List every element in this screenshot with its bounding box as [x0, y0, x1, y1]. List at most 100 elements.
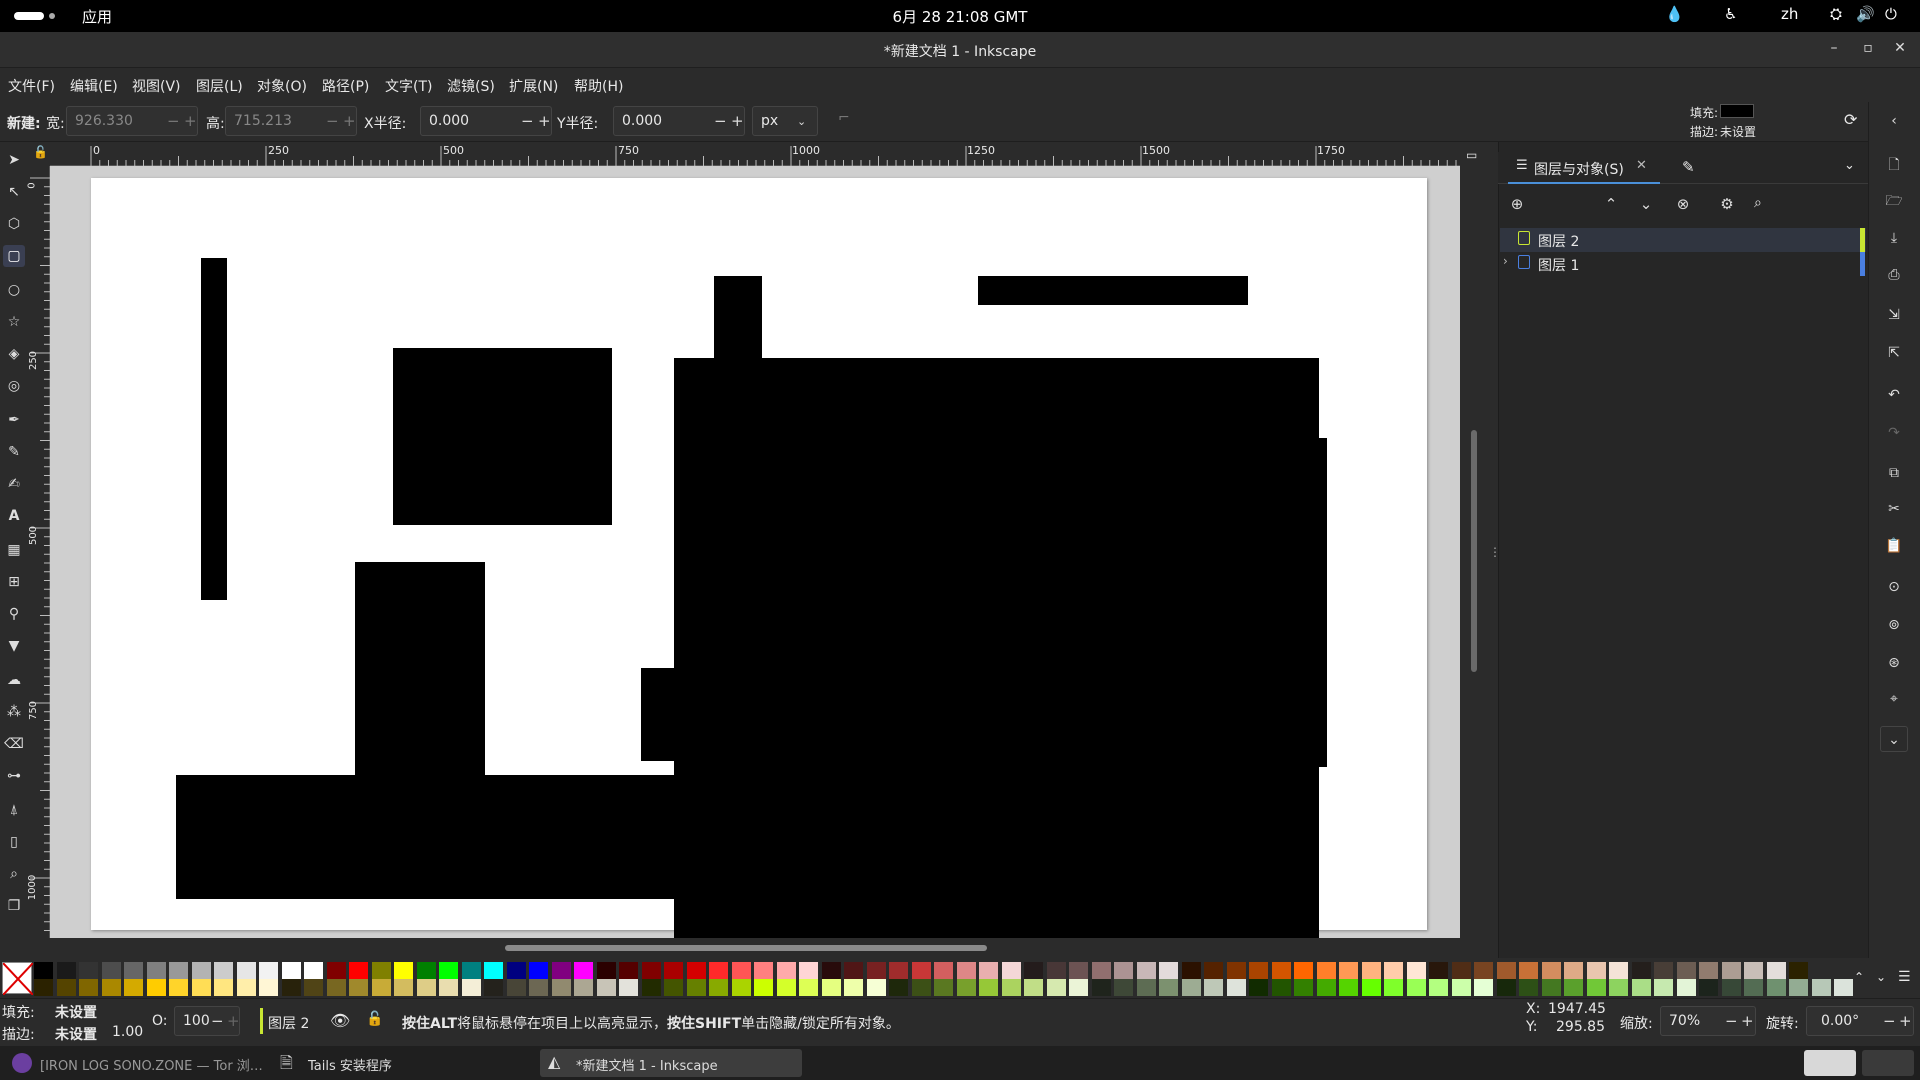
color-swatch[interactable] [1069, 962, 1088, 979]
color-swatch[interactable] [934, 962, 953, 979]
ellipse-tool-icon[interactable]: ○ [3, 279, 25, 301]
color-swatch[interactable] [56, 979, 76, 996]
color-swatch[interactable] [1564, 962, 1583, 979]
color-swatch[interactable] [1271, 979, 1291, 996]
color-swatch[interactable] [146, 962, 166, 979]
color-swatch[interactable] [1136, 962, 1156, 979]
color-swatch[interactable] [349, 979, 368, 996]
activities-indicator[interactable] [14, 12, 44, 20]
color-swatch[interactable] [1586, 962, 1606, 979]
color-swatch[interactable] [124, 979, 143, 996]
color-swatch[interactable] [1766, 962, 1786, 979]
color-swatch[interactable] [1789, 962, 1808, 979]
color-swatch[interactable] [1654, 962, 1673, 979]
color-swatch[interactable] [911, 962, 931, 979]
task-inkscape[interactable]: ◭ *新建文档 1 - Inkscape [540, 1049, 802, 1077]
color-swatch[interactable] [551, 962, 571, 979]
color-swatch[interactable] [214, 979, 233, 996]
redo-icon[interactable]: ↷ [1880, 420, 1908, 446]
color-swatch[interactable] [551, 979, 571, 996]
black-rectangle[interactable] [674, 358, 1319, 938]
open-icon[interactable]: 🗁 [1880, 188, 1908, 214]
color-swatch[interactable] [754, 962, 773, 979]
color-swatch[interactable] [506, 962, 526, 979]
height-field[interactable]: 715.213 − + [225, 106, 357, 136]
color-swatch[interactable] [1429, 962, 1448, 979]
color-swatch[interactable] [1519, 962, 1538, 979]
dropper-tool-icon[interactable]: ⚲ [3, 603, 25, 625]
minus-icon[interactable]: − [521, 112, 534, 130]
tweak-tool-icon[interactable]: ☁ [3, 669, 25, 691]
color-swatch[interactable] [1474, 962, 1493, 979]
color-swatch[interactable] [664, 979, 683, 996]
spiral-tool-icon[interactable]: ◎ [3, 375, 25, 397]
color-swatch[interactable] [1451, 979, 1471, 996]
color-swatch[interactable] [799, 979, 818, 996]
fill-swatch[interactable] [1720, 104, 1754, 118]
color-swatch[interactable] [1744, 979, 1763, 996]
layer-row[interactable]: 图层 2 [1500, 228, 1866, 252]
color-swatch[interactable] [1024, 979, 1043, 996]
color-swatch[interactable] [1564, 979, 1583, 996]
color-swatch[interactable] [349, 962, 368, 979]
color-swatch[interactable] [259, 962, 278, 979]
palette-scroll-up-icon[interactable]: ⌃ [1854, 970, 1864, 984]
menu-extensions[interactable]: 扩展(N) [509, 76, 558, 96]
color-swatch[interactable] [529, 979, 548, 996]
color-swatch[interactable] [1271, 962, 1291, 979]
color-swatch[interactable] [866, 962, 886, 979]
color-swatch[interactable] [1384, 979, 1403, 996]
layer-color-tag[interactable] [1860, 252, 1865, 276]
horizontal-scrollbar-thumb[interactable] [505, 945, 987, 951]
minus-icon[interactable]: − [211, 1012, 224, 1030]
zoom-drawing-icon[interactable]: ⊚ [1880, 612, 1908, 638]
status-stroke-value[interactable]: 未设置 [55, 1024, 97, 1044]
black-rectangle[interactable] [1311, 438, 1327, 767]
lower-icon[interactable]: ⌄ [1635, 195, 1657, 213]
lock-icon[interactable]: 🔓 [366, 1011, 383, 1027]
color-swatch[interactable] [439, 979, 458, 996]
chevron-down-icon[interactable]: ⌄ [1844, 158, 1855, 173]
raise-icon[interactable]: ⌃ [1600, 195, 1622, 213]
color-swatch[interactable] [461, 979, 481, 996]
color-swatch[interactable] [326, 962, 346, 979]
export-icon[interactable]: ⇱ [1880, 340, 1908, 366]
status-fill-value[interactable]: 未设置 [55, 1002, 97, 1022]
zoom-page-icon[interactable]: ⊛ [1880, 650, 1908, 676]
color-swatch[interactable] [574, 979, 593, 996]
shape-builder-icon[interactable]: ⬡ [3, 213, 25, 235]
color-swatch[interactable] [686, 979, 706, 996]
black-rectangle[interactable] [355, 562, 485, 777]
tab-layers-objects[interactable]: ☰ 图层与对象(S) ✕ [1508, 152, 1660, 184]
color-swatch[interactable] [1204, 962, 1223, 979]
black-rectangle[interactable] [201, 258, 227, 600]
color-swatch[interactable] [1609, 979, 1628, 996]
color-swatch[interactable] [1721, 979, 1741, 996]
menu-object[interactable]: 对象(O) [257, 76, 307, 96]
layers-search[interactable]: ⌕ [1752, 190, 1862, 218]
network-icon[interactable]: ⛭ [1830, 5, 1842, 23]
close-tab-icon[interactable]: ✕ [1636, 158, 1647, 173]
color-swatch[interactable] [1721, 962, 1741, 979]
color-swatch[interactable] [484, 979, 503, 996]
opacity-field[interactable]: 100 − + [174, 1006, 240, 1036]
color-swatch[interactable] [889, 962, 908, 979]
color-swatch[interactable] [79, 962, 98, 979]
color-swatch[interactable] [1766, 979, 1786, 996]
color-swatch[interactable] [1001, 962, 1021, 979]
color-swatch[interactable] [371, 962, 391, 979]
color-swatch[interactable] [259, 979, 278, 996]
color-swatch[interactable] [191, 979, 211, 996]
minus-icon[interactable]: − [1883, 1012, 1896, 1030]
color-swatch[interactable] [1384, 962, 1403, 979]
color-swatch[interactable] [1159, 962, 1178, 979]
layer-color-tag[interactable] [1860, 228, 1865, 252]
color-swatch[interactable] [281, 979, 301, 996]
color-swatch[interactable] [1046, 962, 1066, 979]
corner-reset-icon[interactable]: ⌐ [838, 110, 850, 126]
color-swatch[interactable] [394, 962, 413, 979]
color-swatch[interactable] [574, 962, 593, 979]
color-swatch[interactable] [1316, 979, 1336, 996]
color-swatch[interactable] [281, 962, 301, 979]
workspace-1[interactable] [1804, 1050, 1856, 1076]
